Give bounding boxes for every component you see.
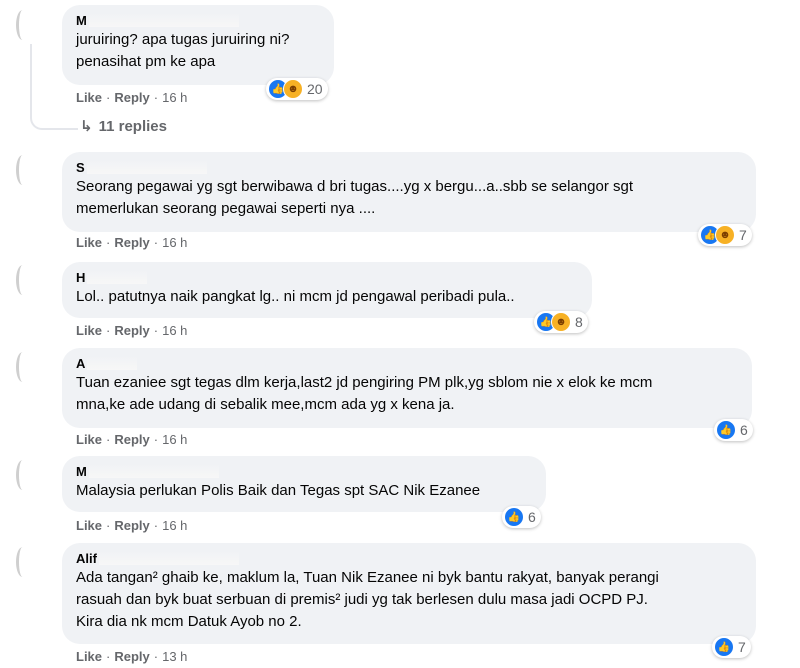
like-link[interactable]: Like [76,323,102,338]
timestamp[interactable]: 13 h [162,649,187,664]
comment-author[interactable]: H [76,270,578,286]
reaction-summary[interactable]: 👍 6 [502,506,541,528]
reaction-count: 7 [739,227,747,243]
comment-bubble: H Lol.. patutnya naik pangkat lg.. ni mc… [62,262,592,318]
reaction-count: 8 [575,314,583,330]
comment-actions: Like · Reply · 13 h [76,649,188,664]
avatar[interactable] [12,545,48,581]
reply-link[interactable]: Reply [114,235,149,250]
haha-icon: ☻ [551,312,571,332]
like-link[interactable]: Like [76,90,102,105]
like-icon: 👍 [716,420,736,440]
like-link[interactable]: Like [76,649,102,664]
haha-icon: ☻ [283,79,303,99]
like-icon: 👍 [714,637,734,657]
reaction-count: 7 [738,639,746,655]
avatar[interactable] [12,458,48,494]
comment-actions: Like · Reply · 16 h [76,90,188,105]
comment-text: mna,ke ade udang di sebalik mee,mcm ada … [76,396,455,413]
comment-author[interactable]: S [76,160,742,176]
reply-arrow-icon: ↳ [80,118,93,135]
reply-link[interactable]: Reply [114,518,149,533]
like-link[interactable]: Like [76,432,102,447]
comment-author[interactable]: A [76,356,738,372]
avatar[interactable] [12,263,48,299]
reaction-summary[interactable]: 👍 6 [714,419,753,441]
comment-author[interactable]: Alif [76,551,742,567]
comment-author[interactable]: M [76,13,320,29]
view-replies-link[interactable]: ↳ 11 replies [80,117,167,135]
reply-link[interactable]: Reply [114,649,149,664]
comment-bubble: M Malaysia perlukan Polis Baik dan Tegas… [62,456,546,512]
reply-link[interactable]: Reply [114,90,149,105]
comment-actions: Like · Reply · 16 h [76,235,188,250]
reaction-summary[interactable]: 👍 ☻ 8 [534,311,588,333]
comment-text: Seorang pegawai yg sgt berwibawa d bri t… [76,178,633,195]
like-icon: 👍 [504,507,524,527]
avatar[interactable] [12,350,48,386]
comment-bubble: Alif Ada tangan² ghaib ke, maklum la, Tu… [62,543,756,644]
avatar[interactable] [12,8,48,44]
reaction-count: 20 [307,81,323,97]
like-link[interactable]: Like [76,518,102,533]
comment-bubble: M juruiring? apa tugas juruiring ni? pen… [62,5,334,85]
avatar[interactable] [12,153,48,189]
reaction-summary[interactable]: 👍 7 [712,636,751,658]
comment-actions: Like · Reply · 16 h [76,518,188,533]
comment-text: juruiring? apa tugas juruiring ni? [76,31,290,48]
comment-text: Lol.. patutnya naik pangkat lg.. ni mcm … [76,288,515,305]
comment-author[interactable]: M [76,464,532,480]
haha-icon: ☻ [715,225,735,245]
reaction-summary[interactable]: 👍 ☻ 20 [266,78,328,100]
comment-bubble: S Seorang pegawai yg sgt berwibawa d bri… [62,152,756,232]
comment-actions: Like · Reply · 16 h [76,432,188,447]
reaction-count: 6 [528,509,536,525]
like-link[interactable]: Like [76,235,102,250]
comment-text: memerlukan seorang pegawai seperti nya .… [76,200,376,217]
reply-link[interactable]: Reply [114,323,149,338]
comment-bubble: A Tuan ezaniee sgt tegas dlm kerja,last2… [62,348,752,428]
timestamp[interactable]: 16 h [162,235,187,250]
reaction-summary[interactable]: 👍 ☻ 7 [698,224,752,246]
comment-text: Malaysia perlukan Polis Baik dan Tegas s… [76,482,481,499]
timestamp[interactable]: 16 h [162,432,187,447]
timestamp[interactable]: 16 h [162,323,187,338]
reaction-count: 6 [740,422,748,438]
reply-link[interactable]: Reply [114,432,149,447]
comment-text: rasuah dan byk buat serbuan di premis² j… [76,591,648,608]
comment-text: Tuan ezaniee sgt tegas dlm kerja,last2 j… [76,374,653,391]
comment-text: Ada tangan² ghaib ke, maklum la, Tuan Ni… [76,569,659,586]
comment-text: Kira dia nk mcm Datuk Ayob no 2. [76,613,302,630]
timestamp[interactable]: 16 h [162,90,187,105]
comment-actions: Like · Reply · 16 h [76,323,188,338]
comment-text: penasihat pm ke apa [76,53,216,70]
timestamp[interactable]: 16 h [162,518,187,533]
